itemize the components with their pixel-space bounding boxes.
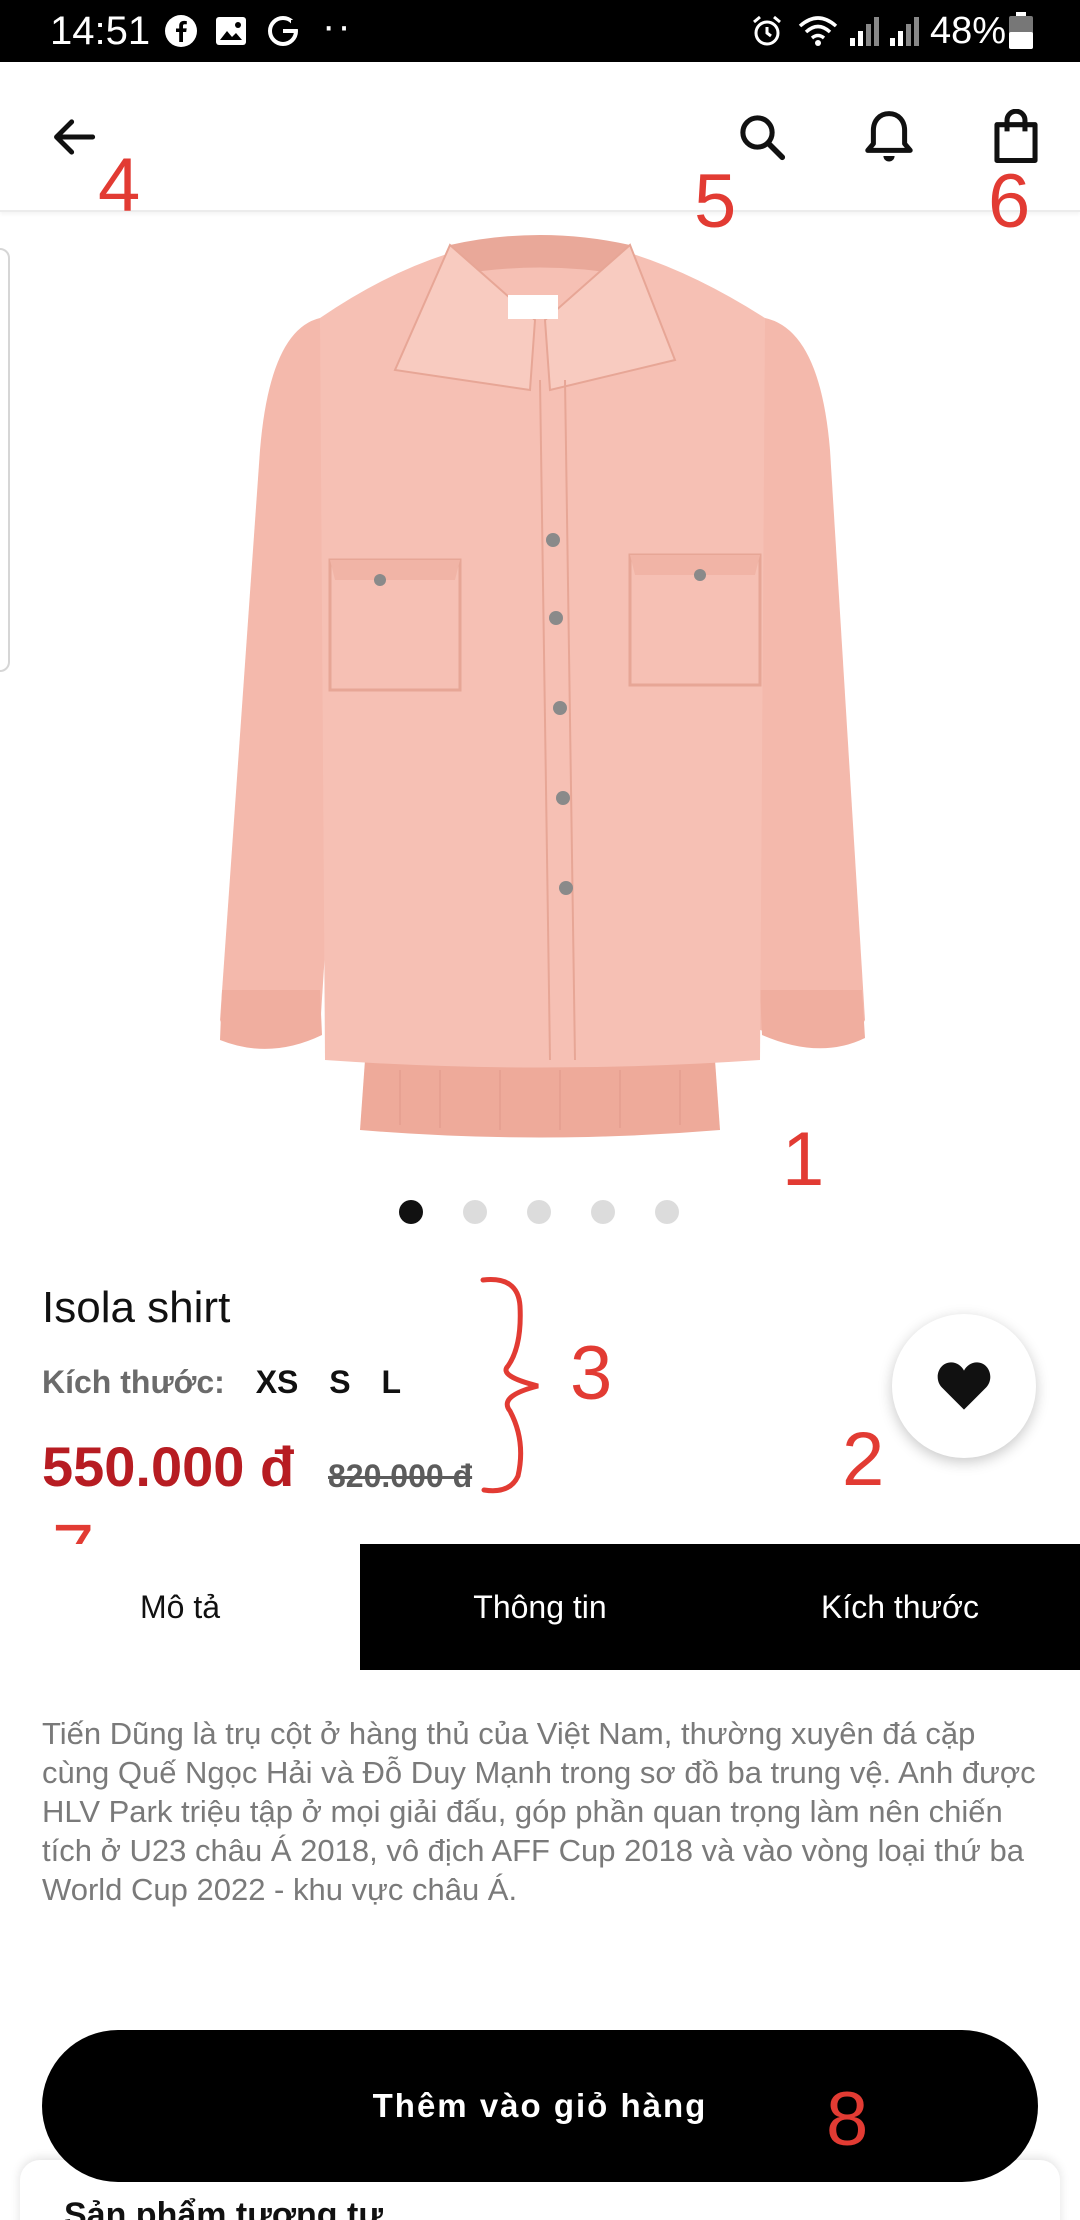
product-image[interactable] (200, 230, 880, 1150)
bell-icon (865, 111, 913, 162)
favorite-button[interactable] (892, 1314, 1036, 1458)
search-icon (740, 115, 786, 161)
add-to-cart-button[interactable]: Thêm vào giỏ hàng (42, 2030, 1038, 2182)
gallery-pagination (0, 1200, 1080, 1226)
previous-image-edge[interactable] (0, 248, 10, 672)
size-option-s[interactable]: S (329, 1364, 350, 1400)
annotation-2: 2 (842, 1417, 885, 1502)
tab-size[interactable]: Kích thước (720, 1544, 1080, 1670)
google-icon (268, 16, 299, 46)
annotation-brace (480, 1277, 539, 1494)
product-title: Isola shirt (42, 1283, 231, 1332)
wifi-icon (798, 16, 838, 46)
size-option-l[interactable]: L (382, 1364, 402, 1400)
notifications-button[interactable] (849, 97, 929, 177)
gallery-icon (216, 17, 246, 45)
size-option-xs[interactable]: XS (256, 1364, 299, 1400)
product-description: Tiến Dũng là trụ cột ở hàng thủ của Việt… (42, 1716, 1036, 1907)
signal-icon (890, 17, 919, 46)
page-dot[interactable] (527, 1200, 551, 1224)
original-price: 820.000 đ (328, 1458, 473, 1494)
status-time: 14:51 (50, 9, 151, 53)
page-dot[interactable] (655, 1200, 679, 1224)
back-arrow-icon (54, 119, 96, 155)
tab-description[interactable]: Mô tả (0, 1544, 360, 1670)
battery-percent: 48% (930, 10, 1007, 52)
size-label: Kích thước: (42, 1364, 225, 1400)
similar-products-title: Sản phẩm tương tự (64, 2196, 383, 2220)
annotation-8: 8 (826, 2077, 869, 2162)
sale-price: 550.000 đ (42, 1435, 295, 1498)
status-bar: 14:51 ·· 48% (0, 0, 1080, 62)
shopping-bag-icon (994, 109, 1038, 164)
signal-icon (850, 17, 879, 46)
annotation-1: 1 (782, 1117, 825, 1202)
add-to-cart-label: Thêm vào giỏ hàng (372, 2087, 708, 2124)
page-dot[interactable] (463, 1200, 487, 1224)
alarm-icon (753, 15, 781, 46)
tab-information[interactable]: Thông tin (360, 1544, 720, 1670)
facebook-icon (165, 15, 197, 47)
heart-icon (937, 1362, 991, 1410)
page-dot-active[interactable] (399, 1200, 423, 1224)
detail-tabs: Mô tả Thông tin Kích thước (0, 1544, 1080, 1670)
page-dot[interactable] (591, 1200, 615, 1224)
annotation-4: 4 (98, 143, 141, 228)
annotation-6: 6 (988, 159, 1031, 244)
app-bar (0, 62, 1080, 212)
more-notifications: ·· (322, 4, 353, 48)
battery-icon (1009, 12, 1033, 49)
annotation-3: 3 (570, 1331, 613, 1416)
size-selector: Kích thước: XS S L (42, 1362, 401, 1402)
